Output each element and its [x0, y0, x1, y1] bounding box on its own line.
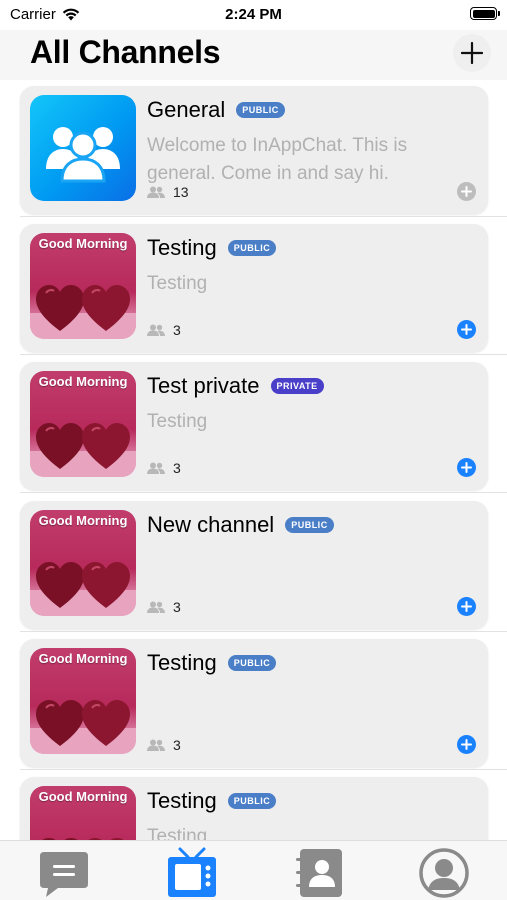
- thumbnail-caption: Good Morning: [38, 651, 128, 666]
- thumbnail-caption: Good Morning: [38, 374, 128, 389]
- channel-visibility-badge: PRIVATE: [270, 378, 324, 394]
- channel-thumbnail: Good Morning: [30, 233, 136, 339]
- join-channel-button[interactable]: [457, 320, 476, 339]
- channel-thumbnail: Good Morning: [30, 648, 136, 754]
- navigation-bar: All Channels: [0, 30, 507, 80]
- plus-icon: [461, 462, 472, 473]
- row-divider: [20, 354, 507, 355]
- join-channel-button[interactable]: [457, 458, 476, 477]
- tv-icon: [168, 847, 216, 897]
- channel-name: Testing: [147, 650, 217, 675]
- status-bar: Carrier 2:24 PM: [0, 0, 507, 30]
- plus-icon: [461, 324, 472, 335]
- tab-channels[interactable]: [164, 847, 220, 899]
- join-channel-button[interactable]: [457, 597, 476, 616]
- thumbnail-caption: Good Morning: [38, 789, 128, 804]
- channel-list[interactable]: General PUBLIC Welcome to InAppChat. Thi…: [0, 80, 507, 840]
- users-group-icon: [46, 127, 120, 183]
- member-count: 3: [147, 460, 181, 476]
- plus-icon: [461, 601, 472, 612]
- thumbnail-caption: Good Morning: [38, 236, 128, 251]
- row-divider: [20, 631, 507, 632]
- tab-profile[interactable]: [416, 847, 472, 899]
- channel-thumbnail: [30, 95, 136, 201]
- channel-name: Testing: [147, 788, 217, 813]
- members-icon: [147, 601, 165, 613]
- row-divider: [20, 769, 507, 770]
- member-count-value: 3: [173, 460, 181, 476]
- channel-description: Testing: [147, 273, 208, 294]
- row-divider: [20, 216, 507, 217]
- member-count: 3: [147, 599, 181, 615]
- channel-name-row: Testing PUBLIC: [147, 650, 277, 676]
- channel-row[interactable]: Good Morning Testing PUBLIC Testing: [20, 777, 488, 840]
- channel-row[interactable]: General PUBLIC Welcome to InAppChat. Thi…: [20, 86, 488, 214]
- members-icon: [147, 462, 165, 474]
- channel-description: Welcome to InAppChat. This is general. C…: [147, 135, 408, 184]
- channel-row[interactable]: Good Morning Test private PRIVATE Testin…: [20, 362, 488, 490]
- channel-name-row: Test private PRIVATE: [147, 373, 324, 399]
- status-time: 2:24 PM: [225, 6, 282, 23]
- profile-icon: [419, 848, 469, 898]
- channel-row[interactable]: Good Morning Testing PUBLIC Testing 3: [20, 224, 488, 352]
- channel-visibility-badge: PUBLIC: [285, 517, 334, 533]
- channel-name: Testing: [147, 235, 217, 260]
- members-icon: [147, 186, 165, 198]
- channel-thumbnail: Good Morning: [30, 371, 136, 477]
- channel-description: Testing: [147, 826, 208, 840]
- channel-visibility-badge: PUBLIC: [227, 655, 277, 671]
- channel-name: Test private: [147, 373, 260, 398]
- join-channel-button[interactable]: [457, 182, 476, 201]
- plus-icon: [461, 186, 472, 197]
- join-channel-button[interactable]: [457, 735, 476, 754]
- add-channel-button[interactable]: [453, 34, 491, 72]
- member-count: 13: [147, 184, 189, 200]
- channel-name-row: General PUBLIC: [147, 97, 285, 123]
- member-count-value: 3: [173, 599, 181, 615]
- battery-icon: [470, 7, 500, 20]
- channel-row[interactable]: Good Morning Testing PUBLIC 3: [20, 639, 488, 767]
- tab-bar: [0, 840, 507, 900]
- member-count-value: 3: [173, 737, 181, 753]
- contacts-book-icon: [296, 849, 342, 897]
- row-divider: [20, 492, 507, 493]
- member-count-value: 3: [173, 322, 181, 338]
- channel-name: New channel: [147, 512, 275, 537]
- channel-thumbnail: Good Morning: [30, 510, 136, 616]
- members-icon: [147, 324, 165, 336]
- page-title: All Channels: [30, 34, 221, 70]
- channel-description: Testing: [147, 411, 208, 432]
- channel-visibility-badge: PUBLIC: [236, 102, 285, 118]
- channel-name: General: [147, 97, 226, 122]
- member-count: 3: [147, 322, 181, 338]
- members-icon: [147, 739, 165, 751]
- thumbnail-caption: Good Morning: [38, 513, 128, 528]
- channel-visibility-badge: PUBLIC: [227, 793, 277, 809]
- tab-contacts[interactable]: [292, 847, 348, 899]
- plus-icon: [461, 42, 483, 64]
- tab-chats[interactable]: [36, 847, 92, 899]
- member-count-value: 13: [173, 184, 189, 200]
- chat-icon: [40, 852, 88, 897]
- channel-row[interactable]: Good Morning New channel PUBLIC 3: [20, 501, 488, 629]
- plus-icon: [461, 739, 472, 750]
- channel-name-row: Testing PUBLIC: [147, 235, 277, 261]
- member-count: 3: [147, 737, 181, 753]
- channel-thumbnail: Good Morning: [30, 786, 136, 840]
- channel-name-row: New channel PUBLIC: [147, 512, 334, 538]
- channel-visibility-badge: PUBLIC: [227, 240, 277, 256]
- channel-name-row: Testing PUBLIC: [147, 788, 277, 814]
